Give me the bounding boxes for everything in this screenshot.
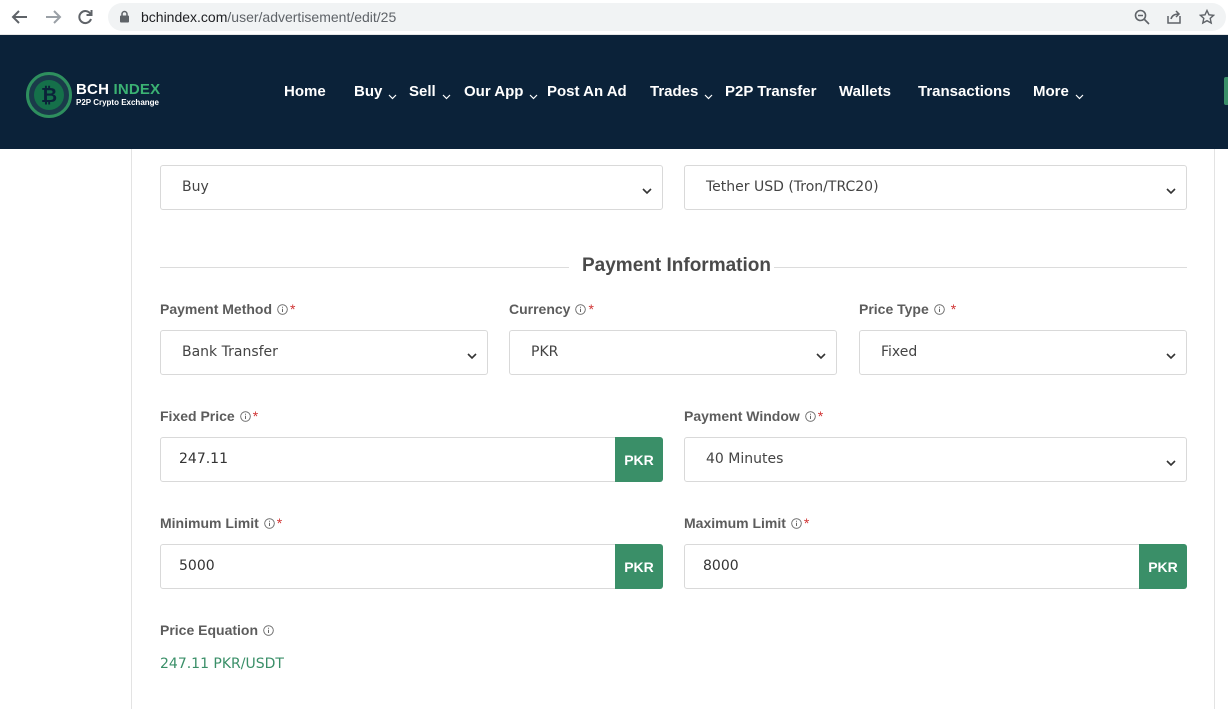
chevron-down-icon — [442, 88, 451, 99]
share-icon[interactable] — [1164, 7, 1184, 27]
maximum-limit-label: Maximum Limit * — [684, 515, 810, 531]
reload-icon[interactable] — [73, 5, 97, 29]
payment-window-select[interactable]: 40 Minutes — [684, 437, 1187, 482]
ad-type-value: Buy — [182, 179, 209, 195]
fixed-price-label: Fixed Price * — [160, 408, 259, 424]
minimum-limit-value: 5000 — [179, 558, 215, 574]
info-icon[interactable] — [575, 303, 587, 315]
nav-wallets[interactable]: Wallets — [839, 83, 891, 100]
nav-our-app[interactable]: Our App — [464, 83, 538, 100]
minimum-limit-currency-addon: PKR — [615, 544, 663, 589]
nav-sell[interactable]: Sell — [409, 83, 451, 100]
fixed-price-currency-addon: PKR — [615, 437, 663, 482]
fixed-price-input[interactable]: 247.11 — [160, 437, 616, 482]
info-icon[interactable] — [277, 303, 288, 315]
price-equation-label: Price Equation — [160, 622, 274, 638]
nav-buy[interactable]: Buy — [354, 83, 397, 100]
url-path: /user/advertisement/edit/25 — [227, 9, 397, 25]
ad-type-select[interactable]: Buy — [160, 165, 663, 210]
chevron-down-icon — [388, 88, 397, 99]
payment-method-value: Bank Transfer — [182, 344, 278, 360]
chevron-down-icon — [1075, 88, 1084, 99]
required-mark: * — [588, 301, 594, 317]
forward-arrow-icon[interactable] — [41, 5, 65, 29]
crypto-select[interactable]: Tether USD (Tron/TRC20) — [684, 165, 1187, 210]
price-type-label: Price Type * — [859, 301, 957, 317]
divider — [160, 267, 569, 268]
chevron-down-icon — [642, 183, 652, 201]
zoom-icon[interactable] — [1132, 7, 1152, 27]
chevron-down-icon — [1166, 183, 1176, 201]
ad-edit-form: Buy Tether USD (Tron/TRC20) Payment Info… — [131, 149, 1215, 709]
bookmark-star-icon[interactable] — [1197, 7, 1217, 27]
required-mark: * — [252, 408, 259, 424]
price-type-select[interactable]: Fixed — [859, 330, 1187, 375]
maximum-limit-currency-addon: PKR — [1139, 544, 1187, 589]
info-icon[interactable] — [263, 624, 274, 636]
nav-home[interactable]: Home — [284, 83, 326, 100]
chevron-down-icon — [1166, 455, 1176, 473]
info-icon[interactable] — [791, 517, 802, 529]
nav-post-an-ad[interactable]: Post An Ad — [547, 83, 627, 100]
nav-trades[interactable]: Trades — [650, 83, 713, 100]
currency-label: Currency * — [509, 301, 594, 317]
divider — [774, 267, 1187, 268]
info-icon[interactable] — [264, 517, 275, 529]
payment-window-label: Payment Window * — [684, 408, 824, 424]
url-text: bchindex.com/user/advertisement/edit/25 — [141, 9, 396, 25]
price-equation-value: 247.11 PKR/USDT — [160, 656, 284, 672]
chevron-down-icon — [529, 88, 538, 99]
required-mark: * — [817, 408, 824, 424]
currency-value: PKR — [531, 344, 559, 360]
back-arrow-icon[interactable] — [8, 5, 32, 29]
required-mark: * — [803, 515, 810, 531]
chevron-down-icon — [704, 88, 713, 99]
minimum-limit-label: Minimum Limit * — [160, 515, 283, 531]
maximum-limit-value: 8000 — [703, 558, 739, 574]
currency-select[interactable]: PKR — [509, 330, 837, 375]
chevron-down-icon — [816, 348, 826, 366]
price-type-value: Fixed — [881, 344, 918, 360]
browser-toolbar: bchindex.com/user/advertisement/edit/25 — [0, 0, 1228, 35]
chevron-down-icon — [467, 348, 477, 366]
maximum-limit-input[interactable]: 8000 — [684, 544, 1140, 589]
payment-method-label: Payment Method * — [160, 301, 296, 317]
required-mark: * — [290, 301, 296, 317]
required-mark: * — [950, 301, 957, 317]
info-icon[interactable] — [934, 303, 945, 315]
lock-icon — [119, 10, 130, 23]
nav-transactions[interactable]: Transactions — [918, 83, 1011, 100]
section-title: Payment Information — [582, 255, 771, 276]
site-header: ₿ BCH INDEX P2P Crypto Exchange Home Buy… — [0, 35, 1228, 149]
minimum-limit-input[interactable]: 5000 — [160, 544, 616, 589]
required-mark: * — [276, 515, 283, 531]
info-icon[interactable] — [239, 410, 251, 422]
info-icon[interactable] — [805, 410, 816, 422]
url-host: bchindex.com — [141, 9, 228, 25]
payment-information-heading: Payment Information — [132, 255, 1216, 279]
header-action-button-edge[interactable] — [1224, 77, 1228, 105]
nav-more[interactable]: More — [1033, 83, 1084, 100]
nav-p2p-transfer[interactable]: P2P Transfer — [725, 83, 816, 100]
crypto-value: Tether USD (Tron/TRC20) — [706, 179, 879, 195]
payment-method-select[interactable]: Bank Transfer — [160, 330, 488, 375]
payment-window-value: 40 Minutes — [706, 451, 784, 467]
chevron-down-icon — [1166, 348, 1176, 366]
address-bar[interactable]: bchindex.com/user/advertisement/edit/25 — [108, 3, 1226, 31]
main-nav: Home Buy Sell Our App Post An Ad Trades … — [0, 35, 1228, 149]
fixed-price-value: 247.11 — [179, 451, 228, 467]
